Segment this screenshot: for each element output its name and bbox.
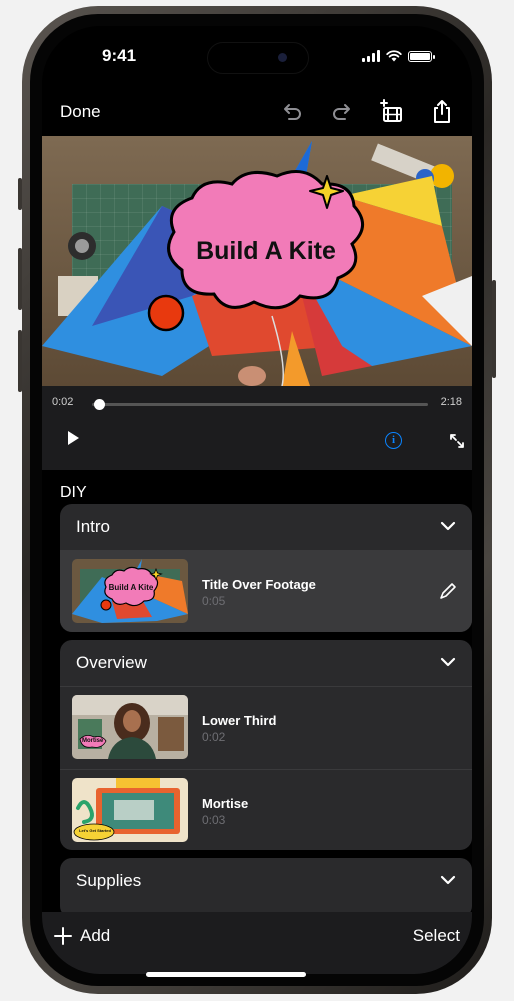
section-overview: Overview Mortise Lower Third 0:02 Let's … (60, 640, 472, 850)
cellular-signal-icon (362, 50, 380, 62)
playback-controls: 0:02 2:18 i (42, 386, 472, 470)
current-time: 0:02 (52, 396, 74, 408)
total-time: 2:18 (440, 396, 462, 408)
video-preview[interactable]: Build A Kite (42, 136, 472, 386)
pencil-icon[interactable] (438, 581, 458, 601)
clip-duration: 0:05 (202, 594, 226, 608)
clip-duration: 0:03 (202, 813, 226, 827)
battery-icon (408, 50, 435, 62)
select-button[interactable]: Select (413, 926, 460, 946)
clip-row-title-over-footage[interactable]: Build A Kite Title Over Footage 0:05 (60, 550, 472, 632)
clip-thumbnail: Let's Get Started (72, 778, 188, 842)
section-header[interactable]: Overview (60, 640, 472, 686)
undo-icon[interactable] (278, 98, 306, 126)
clip-thumbnail: Build A Kite (72, 559, 188, 623)
plus-icon (54, 927, 72, 945)
play-icon[interactable] (68, 431, 79, 445)
home-indicator[interactable] (146, 972, 306, 977)
power-button (492, 280, 496, 378)
section-title: Supplies (76, 871, 142, 890)
clip-name: Title Over Footage (202, 577, 316, 592)
clip-duration: 0:02 (202, 730, 226, 744)
screen: 9:41 Done Build A Kite 0:02 2:18 i DIY I… (42, 26, 472, 974)
thumb-label: Mortise (82, 738, 104, 744)
section-title: Intro (76, 517, 111, 536)
expand-icon[interactable] (447, 431, 467, 451)
camera-icon (278, 53, 287, 62)
clip-name: Mortise (202, 796, 249, 811)
section-title: Overview (76, 653, 147, 672)
thumb-label: Build A Kite (108, 583, 154, 592)
nav-bar: Done (42, 90, 472, 134)
action-button (18, 178, 22, 210)
redo-icon[interactable] (328, 98, 356, 126)
section-header[interactable]: Intro (60, 504, 472, 550)
clip-row-lower-third[interactable]: Mortise Lower Third 0:02 (60, 686, 472, 769)
bottom-toolbar: Add Select (42, 912, 472, 974)
overlay-title-text: Build A Kite (196, 237, 336, 265)
volume-down-button (18, 330, 22, 392)
section-header[interactable]: Supplies (60, 858, 472, 904)
clip-row-mortise[interactable]: Let's Get Started Mortise 0:03 (60, 769, 472, 850)
add-clip-icon[interactable] (378, 98, 406, 126)
volume-up-button (18, 248, 22, 310)
wifi-icon (386, 50, 402, 62)
chevron-down-icon[interactable] (440, 520, 456, 532)
dynamic-island (207, 42, 309, 74)
section-intro: Intro Build A Kite Title Over Footage 0:… (60, 504, 472, 632)
section-supplies: Supplies (60, 858, 472, 918)
add-label: Add (80, 926, 111, 945)
chevron-down-icon[interactable] (440, 656, 456, 668)
scrubber-track[interactable] (92, 399, 428, 410)
info-icon[interactable]: i (385, 432, 402, 449)
project-title: DIY (60, 484, 87, 501)
status-bar: 9:41 (42, 26, 472, 86)
clip-name: Lower Third (202, 713, 277, 728)
clip-thumbnail: Mortise (72, 695, 188, 759)
status-time: 9:41 (102, 46, 137, 65)
share-icon[interactable] (428, 98, 456, 126)
done-button[interactable]: Done (60, 102, 101, 122)
chevron-down-icon[interactable] (440, 874, 456, 886)
scrubber-thumb[interactable] (94, 399, 106, 410)
add-button[interactable]: Add (54, 926, 110, 946)
thumb-label: Let's Get Started (79, 828, 111, 833)
